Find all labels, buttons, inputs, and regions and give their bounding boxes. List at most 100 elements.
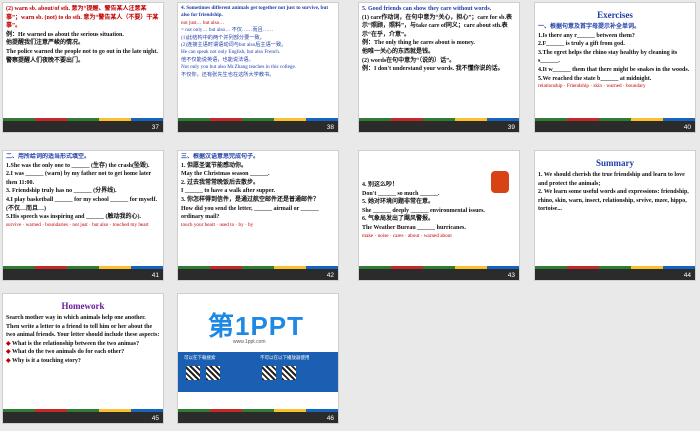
slide-thumbnail-43[interactable]: 4. 别这么吵！ Don't ______ so much ______. 5.… (358, 150, 520, 281)
slide-number: 43 (507, 272, 515, 279)
slide-number: 37 (151, 124, 159, 131)
text-line: 3.The egret helps the rhino stay healthy… (538, 49, 678, 65)
answer: relationship (538, 83, 563, 90)
text-line: (2) warn sb. about/of sth. 意为“提醒、警告某人注意某… (6, 6, 159, 30)
text-line: 二、用所给词的适当形式填空。 (6, 154, 91, 160)
qr-code-icon (262, 366, 276, 380)
slide-number: 44 (683, 272, 691, 279)
text-line: 3. 你怎样得到信件，是通过航空邮件还是普通邮件？ (181, 196, 320, 203)
answer-key: make · noise · cares · about · warned ab… (362, 232, 452, 239)
answer: boundaries (45, 221, 68, 228)
text-line: 他不仅能说英语，也能说法语。 (181, 56, 254, 63)
slide-thumbnail-45[interactable]: Homework Search mother way in which anim… (2, 293, 164, 424)
text-line: 4. 别这么吵！ (362, 182, 399, 188)
answer: skin (593, 83, 603, 90)
slide-content: 4. Sometimes different animals get toget… (181, 5, 335, 112)
slide-content: Homework Search mother way in which anim… (6, 296, 160, 403)
slide-number: 45 (151, 415, 159, 422)
slide-footer: 43 (359, 262, 519, 280)
text-line: 4. Sometimes different animals get toget… (181, 5, 329, 19)
slide-thumbnail-40[interactable]: Exercises 一、根据句意及首字母提示补全单词。 1.Is there a… (534, 2, 696, 133)
slide-title: Summary (596, 158, 634, 168)
answer-key: relationship · Friendship · skin · warne… (538, 83, 646, 90)
answer: warned (606, 83, 622, 90)
answer: noise (377, 232, 389, 239)
answer-key: touch your heart · used to · by · by (181, 221, 254, 228)
text-line: 他唯一关心的东西就是钱。 (362, 48, 435, 55)
text-line: The police warned the people not to go o… (6, 48, 158, 55)
text-line: He can speak not only English, but also … (181, 49, 281, 56)
qr-code-icon (186, 366, 200, 380)
slide-title: Exercises (597, 10, 633, 20)
text-line: Search mother way in which animals help … (6, 315, 160, 339)
text-line: 一、根据句意及首字母提示补全单词。 (538, 24, 641, 30)
text-line: 5. 她对环境问题非常在意。 (362, 199, 435, 206)
text-line: 不仅你，还有张先生也在这所大学教书。 (181, 71, 275, 78)
text-line: 2. 过去我常常晚饭后去散步。 (181, 179, 260, 186)
text-line: (1)此结构中的两个并列部分要一致。 (181, 34, 265, 41)
slide-footer: 44 (535, 262, 695, 280)
text-line: How did you send the letter, ______ airm… (181, 205, 319, 221)
answer: but also (92, 221, 109, 228)
answer: touched my heart (112, 221, 149, 228)
answer: by (238, 221, 244, 228)
bullet-line: ◆ What is the relationship between the t… (6, 340, 140, 347)
text-line: May the Christmas season ______. (181, 171, 270, 178)
slide-thumbnail-37[interactable]: (2) warn sb. about/of sth. 意为“提醒、警告某人注意某… (2, 2, 164, 133)
text-line: 警察提醒人们夜晚不要出门。 (6, 57, 85, 64)
bullet-line: ◆ Why is it a touching story? (6, 357, 81, 364)
text-line: 1.She was the only one to ______ (生存) th… (6, 162, 150, 169)
text-line: 2.F______ is truly a gift from god. (538, 41, 625, 48)
slide-number: 42 (326, 272, 334, 279)
slide-footer: 37 (3, 114, 163, 132)
text-line: 2.I was ______ (warn) by my father not t… (6, 171, 152, 186)
text-line: 三、根据汉语意思完成句子。 (181, 154, 260, 160)
slide-content: (2) warn sb. about/of sth. 意为“提醒、警告某人注意某… (6, 5, 160, 112)
qr-code-icon (206, 366, 220, 380)
text-line: (2) words在句中意为“（说的）话”。 (362, 57, 456, 64)
text-line: 2. We learn some useful words and expres… (538, 189, 689, 213)
text-line: Don't ______ so much ______. (362, 190, 440, 197)
answer: cares (392, 232, 404, 239)
text-line: 5.We reached the state b______ at midnig… (538, 75, 652, 82)
slide-thumbnail-41[interactable]: 二、用所给词的适当形式填空。 1.She was the only one to… (2, 150, 164, 281)
answer: warned about (423, 232, 452, 239)
slide-content: Summary 1. We should cherish the true fr… (538, 153, 692, 260)
slide-footer: 40 (535, 114, 695, 132)
slide-thumbnail-39[interactable]: 5. Good friends can show they care witho… (358, 2, 520, 133)
slide-footer: 38 (178, 114, 338, 132)
text-line: (1) care作动词，在句中意为“关心，担心”；care for sb.表示“… (362, 14, 512, 38)
text-line: 3. Friendship truly has no ______ (分界线). (6, 188, 117, 195)
bullet-text: Why is it a touching story? (12, 357, 81, 364)
text-line: 他提醒我们注意严峻的情况。 (6, 40, 85, 47)
promo-banner: 可以在下载搜索 不可以在以下播放器使用 (178, 352, 338, 392)
text-line: 例：The only thing he cares about is money… (362, 40, 475, 47)
text-line: 例：He warned us about the serious situati… (6, 31, 124, 38)
answer-key: survive · warned · boundaries · not just… (6, 221, 149, 228)
slide-footer: 41 (3, 262, 163, 280)
slide-number: 46 (326, 415, 334, 422)
answer: boundary (625, 83, 646, 90)
answer: Friendship (566, 83, 590, 90)
slide-footer: 39 (359, 114, 519, 132)
text-line: She ______ deeply ______ environmental i… (362, 207, 485, 214)
answer: used to (219, 221, 235, 228)
text-line: 例：I don't understand your words. 我不懂你说的话… (362, 66, 504, 73)
bullet-text: What is the relationship between the two… (12, 340, 140, 347)
slide-content: 4. 别这么吵！ Don't ______ so much ______. 5.… (362, 181, 516, 260)
slide-thumbnail-42[interactable]: 三、根据汉语意思完成句子。 1. 但愿圣诞节能感动你。 May the Chri… (177, 150, 339, 281)
slide-thumbnail-46[interactable]: 第1PPT www.1ppt.com 可以在下载搜索 不可以在以下播放器使用 4… (177, 293, 339, 424)
text-line: Not only you but also Mr.Zhang teaches i… (181, 64, 297, 71)
answer: by (248, 221, 254, 228)
text-line: The Weather Bureau ______ hurricanes. (362, 224, 466, 231)
site-logo: 第1PPT (208, 311, 305, 341)
bullet-line: ◆ What do the two animals do for each ot… (6, 349, 125, 356)
text-line: = not only… but also… 不仅……而且…… (181, 27, 274, 34)
slide-thumbnail-38[interactable]: 4. Sometimes different animals get toget… (177, 2, 339, 133)
promo-left-text: 可以在下载搜索 (184, 355, 216, 360)
slide-thumbnail-44[interactable]: Summary 1. We should cherish the true fr… (534, 150, 696, 281)
promo-right-text: 不可以在以下播放器使用 (260, 355, 310, 360)
text-line: 1. 但愿圣诞节能感动你。 (181, 162, 248, 169)
slide-content: Exercises 一、根据句意及首字母提示补全单词。 1.Is there a… (538, 5, 692, 112)
answer: touch your heart (181, 221, 215, 228)
